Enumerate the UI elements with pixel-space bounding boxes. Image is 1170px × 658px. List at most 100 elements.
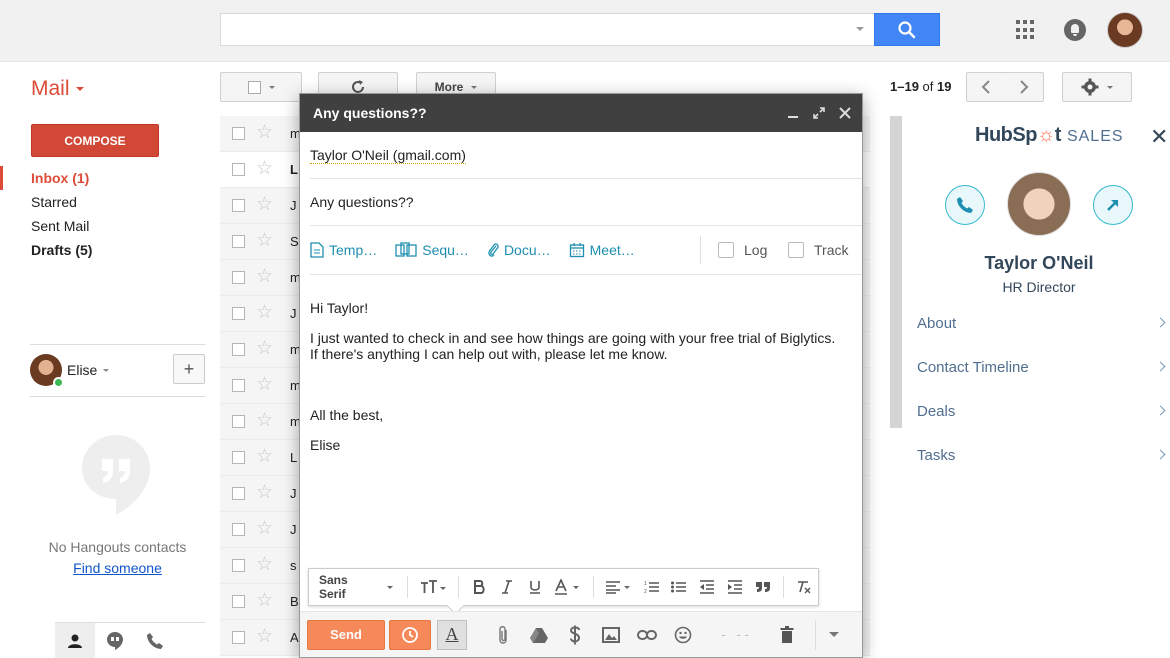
insert-photo-button[interactable] xyxy=(593,620,629,650)
documents-button[interactable]: Docu… xyxy=(487,242,551,258)
star-icon[interactable]: ☆ xyxy=(256,411,273,431)
row-checkbox[interactable] xyxy=(232,487,245,500)
insert-link-button[interactable] xyxy=(629,620,665,650)
star-icon[interactable]: ☆ xyxy=(256,375,273,395)
more-options-button[interactable] xyxy=(815,619,851,650)
close-icon[interactable]: ✕ xyxy=(1150,126,1168,148)
settings-button[interactable] xyxy=(1062,72,1132,102)
select-all-button[interactable] xyxy=(220,72,302,102)
recipient-chip[interactable]: Taylor O'Neil (gmail.com) xyxy=(310,147,466,164)
bulleted-list-button[interactable] xyxy=(668,575,692,599)
call-button[interactable] xyxy=(945,185,985,225)
star-icon[interactable]: ☆ xyxy=(256,555,273,575)
search-options-caret-icon[interactable] xyxy=(856,27,864,31)
nav-item-starred[interactable]: Starred xyxy=(0,190,210,214)
star-icon[interactable]: ☆ xyxy=(256,123,273,143)
close-icon[interactable] xyxy=(838,106,852,120)
star-icon[interactable]: ☆ xyxy=(256,591,273,611)
to-field[interactable]: Taylor O'Neil (gmail.com) xyxy=(310,132,862,179)
row-checkbox[interactable] xyxy=(232,631,245,644)
templates-button[interactable]: Temp… xyxy=(310,242,377,258)
older-button[interactable] xyxy=(1004,72,1044,102)
message-body[interactable]: Hi Taylor! I just wanted to check in and… xyxy=(310,300,855,453)
row-checkbox[interactable] xyxy=(232,199,245,212)
log-checkbox[interactable]: Log xyxy=(718,242,767,258)
track-checkbox[interactable]: Track xyxy=(788,242,848,258)
panel-scrollbar[interactable] xyxy=(890,116,902,428)
row-checkbox[interactable] xyxy=(232,235,245,248)
star-icon[interactable]: ☆ xyxy=(256,519,273,539)
search-button[interactable] xyxy=(874,13,940,46)
section-tasks[interactable]: Tasks xyxy=(902,434,1170,478)
compose-button[interactable]: COMPOSE xyxy=(31,124,159,157)
star-icon[interactable]: ☆ xyxy=(256,303,273,323)
row-checkbox[interactable] xyxy=(232,343,245,356)
star-icon[interactable]: ☆ xyxy=(256,267,273,287)
nav-item-sent[interactable]: Sent Mail xyxy=(0,214,210,238)
row-checkbox[interactable] xyxy=(232,163,245,176)
apps-grid-icon[interactable] xyxy=(1016,20,1036,40)
sequences-button[interactable]: Sequ… xyxy=(395,242,469,258)
star-icon[interactable]: ☆ xyxy=(256,339,273,359)
search-input[interactable] xyxy=(220,13,874,46)
tab-contacts[interactable] xyxy=(55,623,95,658)
star-icon[interactable]: ☆ xyxy=(256,231,273,251)
italic-button[interactable] xyxy=(495,575,519,599)
section-contact-timeline[interactable]: Contact Timeline xyxy=(902,346,1170,390)
section-deals[interactable]: Deals xyxy=(902,390,1170,434)
align-button[interactable] xyxy=(602,575,636,599)
remove-formatting-button[interactable] xyxy=(792,575,816,599)
font-size-button[interactable] xyxy=(416,575,450,599)
meetings-button[interactable]: Meet… xyxy=(569,242,635,258)
row-checkbox[interactable] xyxy=(232,271,245,284)
send-button[interactable]: Send xyxy=(307,619,385,650)
find-someone-link[interactable]: Find someone xyxy=(30,560,205,576)
font-family-select[interactable]: Sans Serif xyxy=(319,573,394,601)
expand-icon[interactable] xyxy=(812,106,826,120)
account-avatar[interactable] xyxy=(1107,12,1143,48)
attach-files-button[interactable] xyxy=(485,620,521,650)
row-checkbox[interactable] xyxy=(232,379,245,392)
tab-conversations[interactable] xyxy=(95,623,135,658)
star-icon[interactable]: ☆ xyxy=(256,195,273,215)
section-about[interactable]: About xyxy=(902,302,1170,346)
newer-button[interactable] xyxy=(966,72,1006,102)
star-icon[interactable]: ☆ xyxy=(256,483,273,503)
star-icon[interactable]: ☆ xyxy=(256,447,273,467)
track-checkbox-box[interactable] xyxy=(788,242,804,258)
row-checkbox[interactable] xyxy=(232,451,245,464)
compose-header[interactable]: Any questions?? xyxy=(300,94,862,132)
bold-button[interactable] xyxy=(467,575,491,599)
notifications-icon[interactable] xyxy=(1064,19,1086,41)
indent-less-button[interactable] xyxy=(695,575,719,599)
numbered-list-button[interactable]: 12 xyxy=(640,575,664,599)
indent-more-button[interactable] xyxy=(723,575,747,599)
star-icon[interactable]: ☆ xyxy=(256,159,273,179)
row-checkbox[interactable] xyxy=(232,307,245,320)
underline-button[interactable] xyxy=(523,575,547,599)
insert-money-button[interactable] xyxy=(557,620,593,650)
star-icon[interactable]: ☆ xyxy=(256,627,273,647)
more-options-dots-icon[interactable]: - - - xyxy=(701,620,769,650)
insert-emoji-button[interactable] xyxy=(665,620,701,650)
schedule-send-button[interactable] xyxy=(389,619,431,650)
log-checkbox-box[interactable] xyxy=(718,242,734,258)
insert-drive-button[interactable] xyxy=(521,620,557,650)
add-contact-button[interactable]: + xyxy=(173,354,205,384)
hangouts-user-menu[interactable]: Elise xyxy=(67,362,110,378)
tab-calls[interactable] xyxy=(135,623,175,658)
quote-button[interactable] xyxy=(751,575,775,599)
row-checkbox[interactable] xyxy=(232,415,245,428)
nav-item-drafts[interactable]: Drafts (5) xyxy=(0,238,210,262)
nav-item-inbox[interactable]: Inbox (1) xyxy=(0,166,210,190)
mail-menu[interactable]: Mail xyxy=(31,77,84,101)
subject-field[interactable]: Any questions?? xyxy=(310,179,862,226)
text-color-button[interactable] xyxy=(551,575,585,599)
row-checkbox[interactable] xyxy=(232,559,245,572)
row-checkbox[interactable] xyxy=(232,523,245,536)
open-contact-button[interactable] xyxy=(1093,185,1133,225)
row-checkbox[interactable] xyxy=(232,127,245,140)
minimize-icon[interactable] xyxy=(786,106,800,120)
discard-draft-button[interactable] xyxy=(769,620,805,650)
row-checkbox[interactable] xyxy=(232,595,245,608)
